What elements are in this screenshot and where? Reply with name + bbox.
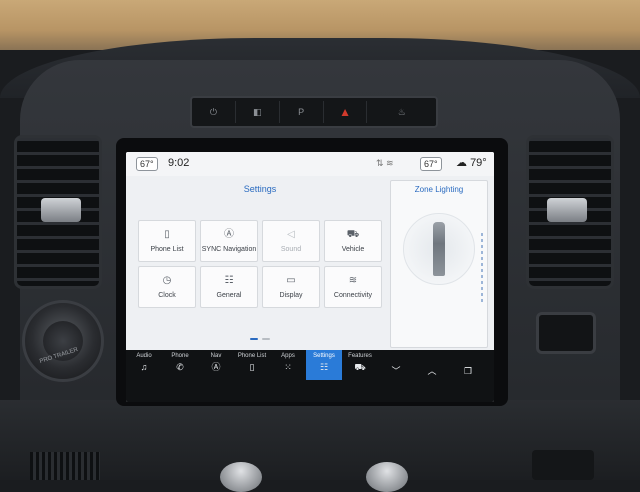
power-icon: ⏻ (209, 106, 217, 117)
camera-button[interactable]: ◧ (236, 101, 280, 123)
tile-phone-list[interactable]: ▯ Phone List (138, 220, 196, 262)
phone-list-icon: ▯ (164, 228, 170, 240)
defrost-button[interactable]: ♨ (367, 101, 436, 123)
tile-label: SYNC Navigation (201, 245, 257, 253)
nav-nav[interactable]: Nav Ⓐ (198, 350, 234, 380)
parking-button[interactable]: P (280, 101, 324, 123)
nav-features[interactable]: Features ⛟ (342, 350, 378, 380)
tile-sync-navigation[interactable]: Ⓐ SYNC Navigation (200, 220, 258, 262)
cabin-temp-left[interactable]: 67° (136, 157, 158, 171)
weather-icon: ☁ (456, 157, 467, 169)
camera-icon: ◧ (253, 106, 262, 117)
nav-phone-list[interactable]: Phone List ▯ (234, 350, 270, 380)
tile-label: Clock (158, 291, 176, 299)
nav-label: Features (348, 353, 372, 359)
outside-temp-value: 79° (470, 157, 487, 169)
right-air-vent[interactable] (526, 135, 614, 289)
status-bar: 67° 9:02 ⇅ ≋ 67° ☁ 79° (126, 152, 494, 176)
clock-icon: ◷ (162, 274, 172, 286)
nav-expand[interactable]: ︿ (414, 350, 450, 380)
page-dot-2[interactable] (262, 338, 270, 340)
nav-label: Nav (210, 353, 222, 359)
tile-label: Vehicle (341, 245, 365, 253)
parking-icon: P (298, 107, 305, 117)
left-air-vent[interactable] (14, 135, 102, 289)
defrost-icon: ♨ (397, 106, 406, 117)
left-vent-knob[interactable] (41, 198, 81, 222)
phone-list-icon: ▯ (249, 362, 255, 372)
tile-label: General (216, 291, 242, 299)
zone-lighting-panel[interactable]: Zone Lighting (390, 180, 488, 348)
nav-collapse[interactable]: ﹀ (378, 350, 414, 380)
nav-icon: Ⓐ (211, 362, 221, 372)
signal-icons: ⇅ ≋ (376, 158, 394, 168)
nav-label: Phone List (237, 353, 267, 359)
tile-label: Connectivity (333, 291, 373, 299)
hard-button-strip: ⏻ ◧ P ▲ ♨ (190, 96, 438, 128)
bottom-air-vent (30, 452, 100, 480)
nav-label: Audio (136, 353, 152, 359)
outside-temp: ☁ 79° (456, 156, 487, 169)
nav-apps[interactable]: Apps ⁙ (270, 350, 306, 380)
tile-vehicle[interactable]: ⛟ Vehicle (324, 220, 382, 262)
bottom-right-panel (532, 450, 594, 480)
music-icon: ♫ (140, 362, 148, 372)
nav-settings[interactable]: Settings ☷ (306, 350, 342, 380)
page-dot-1[interactable] (250, 338, 258, 340)
nav-label: Phone (171, 353, 189, 359)
nav-phone[interactable]: Phone ✆ (162, 350, 198, 380)
tile-clock[interactable]: ◷ Clock (138, 266, 196, 308)
tile-label: Sound (280, 245, 302, 253)
navigation-icon: Ⓐ (224, 228, 234, 240)
truck-icon: ⛟ (354, 362, 366, 372)
climate-knob-left[interactable] (220, 462, 262, 492)
copy-icon: ❐ (463, 365, 473, 376)
phone-icon: ✆ (176, 362, 184, 372)
settings-title: Settings (243, 184, 277, 194)
tile-label: Display (279, 291, 303, 299)
settings-panel: Settings ▯ Phone List Ⓐ SYNC Navigation … (132, 178, 388, 346)
tile-display[interactable]: ▭ Display (262, 266, 320, 308)
climate-knob-right[interactable] (366, 462, 408, 492)
power-button[interactable]: ⏻ (192, 101, 236, 123)
speaker-icon: ◁ (287, 228, 295, 240)
zone-scrollbar[interactable] (481, 233, 483, 303)
bottom-nav-bar: Audio ♫ Phone ✆ Nav Ⓐ Phone List ▯ Apps … (126, 350, 494, 402)
hazard-icon: ▲ (339, 105, 351, 119)
tile-label: Phone List (150, 245, 184, 253)
chevron-down-icon: ﹀ (391, 365, 401, 376)
apps-grid-icon: ⁙ (284, 362, 292, 372)
zone-lighting-map[interactable] (403, 213, 475, 285)
wifi-icon: ≋ (348, 274, 358, 286)
settings-icon: ☷ (319, 362, 329, 372)
nav-label: Settings (313, 353, 335, 359)
nav-copy[interactable]: ❐ (450, 350, 486, 380)
page-indicator[interactable] (250, 338, 270, 340)
tile-connectivity[interactable]: ≋ Connectivity (324, 266, 382, 308)
clock-time: 9:02 (168, 157, 190, 169)
hazard-button[interactable]: ▲ (324, 101, 368, 123)
display-icon: ▭ (286, 274, 296, 286)
nav-audio[interactable]: Audio ♫ (126, 350, 162, 380)
tile-sound: ◁ Sound (262, 220, 320, 262)
tile-general[interactable]: ☷ General (200, 266, 258, 308)
settings-grid: ▯ Phone List Ⓐ SYNC Navigation ◁ Sound ⛟… (138, 220, 382, 308)
truck-top-view-icon (433, 222, 445, 276)
pro-trailer-dial[interactable]: PRO TRAILER (22, 300, 104, 382)
touchscreen: 67° 9:02 ⇅ ≋ 67° ☁ 79° Settings ▯ Phone … (126, 152, 494, 402)
vehicle-icon: ⛟ (346, 228, 360, 240)
right-vent-knob[interactable] (547, 198, 587, 222)
zone-lighting-title: Zone Lighting (414, 185, 464, 194)
cabin-temp-right[interactable]: 67° (420, 157, 442, 171)
right-console-button[interactable] (536, 312, 596, 354)
nav-label: Apps (281, 353, 295, 359)
chevron-up-icon: ︿ (427, 365, 437, 376)
sliders-icon: ☷ (224, 274, 234, 286)
